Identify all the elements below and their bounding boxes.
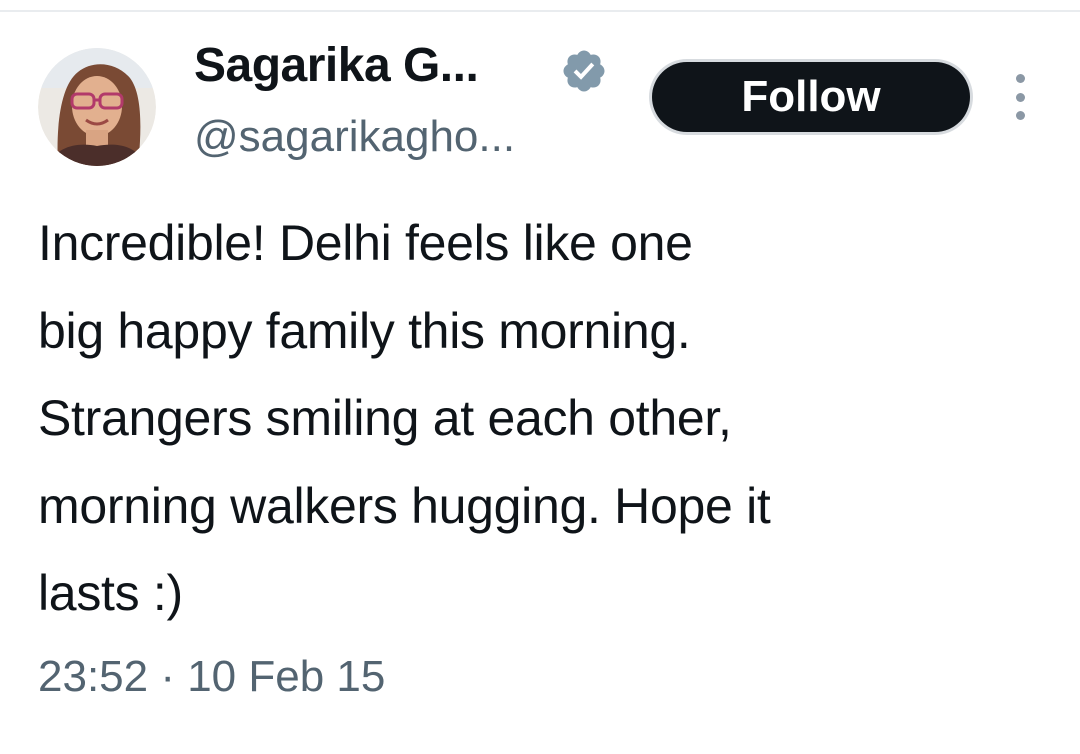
- tweet-text-line: Strangers smiling at each other,: [38, 390, 732, 446]
- more-vertical-icon[interactable]: [1006, 74, 1034, 120]
- top-divider: [0, 10, 1080, 12]
- avatar[interactable]: [38, 48, 156, 166]
- more-dot: [1015, 92, 1025, 102]
- follow-button[interactable]: Follow: [652, 62, 970, 132]
- tweet-text-line: morning walkers hugging. Hope it: [38, 477, 771, 534]
- tweet-text-line: Incredible! Delhi feels like one: [38, 215, 693, 271]
- author-handle[interactable]: @sagarikagho...: [194, 112, 515, 162]
- tweet-text-line: big happy family this morning.: [38, 302, 691, 359]
- author-display-name[interactable]: Sagarika G...: [194, 38, 479, 93]
- verified-badge-icon: [563, 50, 605, 92]
- more-dot: [1015, 74, 1025, 83]
- tweet-timestamp[interactable]: 23:52 · 10 Feb 15: [38, 652, 385, 702]
- tweet-text-line: lasts :): [38, 565, 183, 621]
- tweet-text: Incredible! Delhi feels like one big hap…: [38, 200, 1048, 638]
- more-dot: [1015, 111, 1025, 120]
- avatar-photo: [38, 48, 156, 166]
